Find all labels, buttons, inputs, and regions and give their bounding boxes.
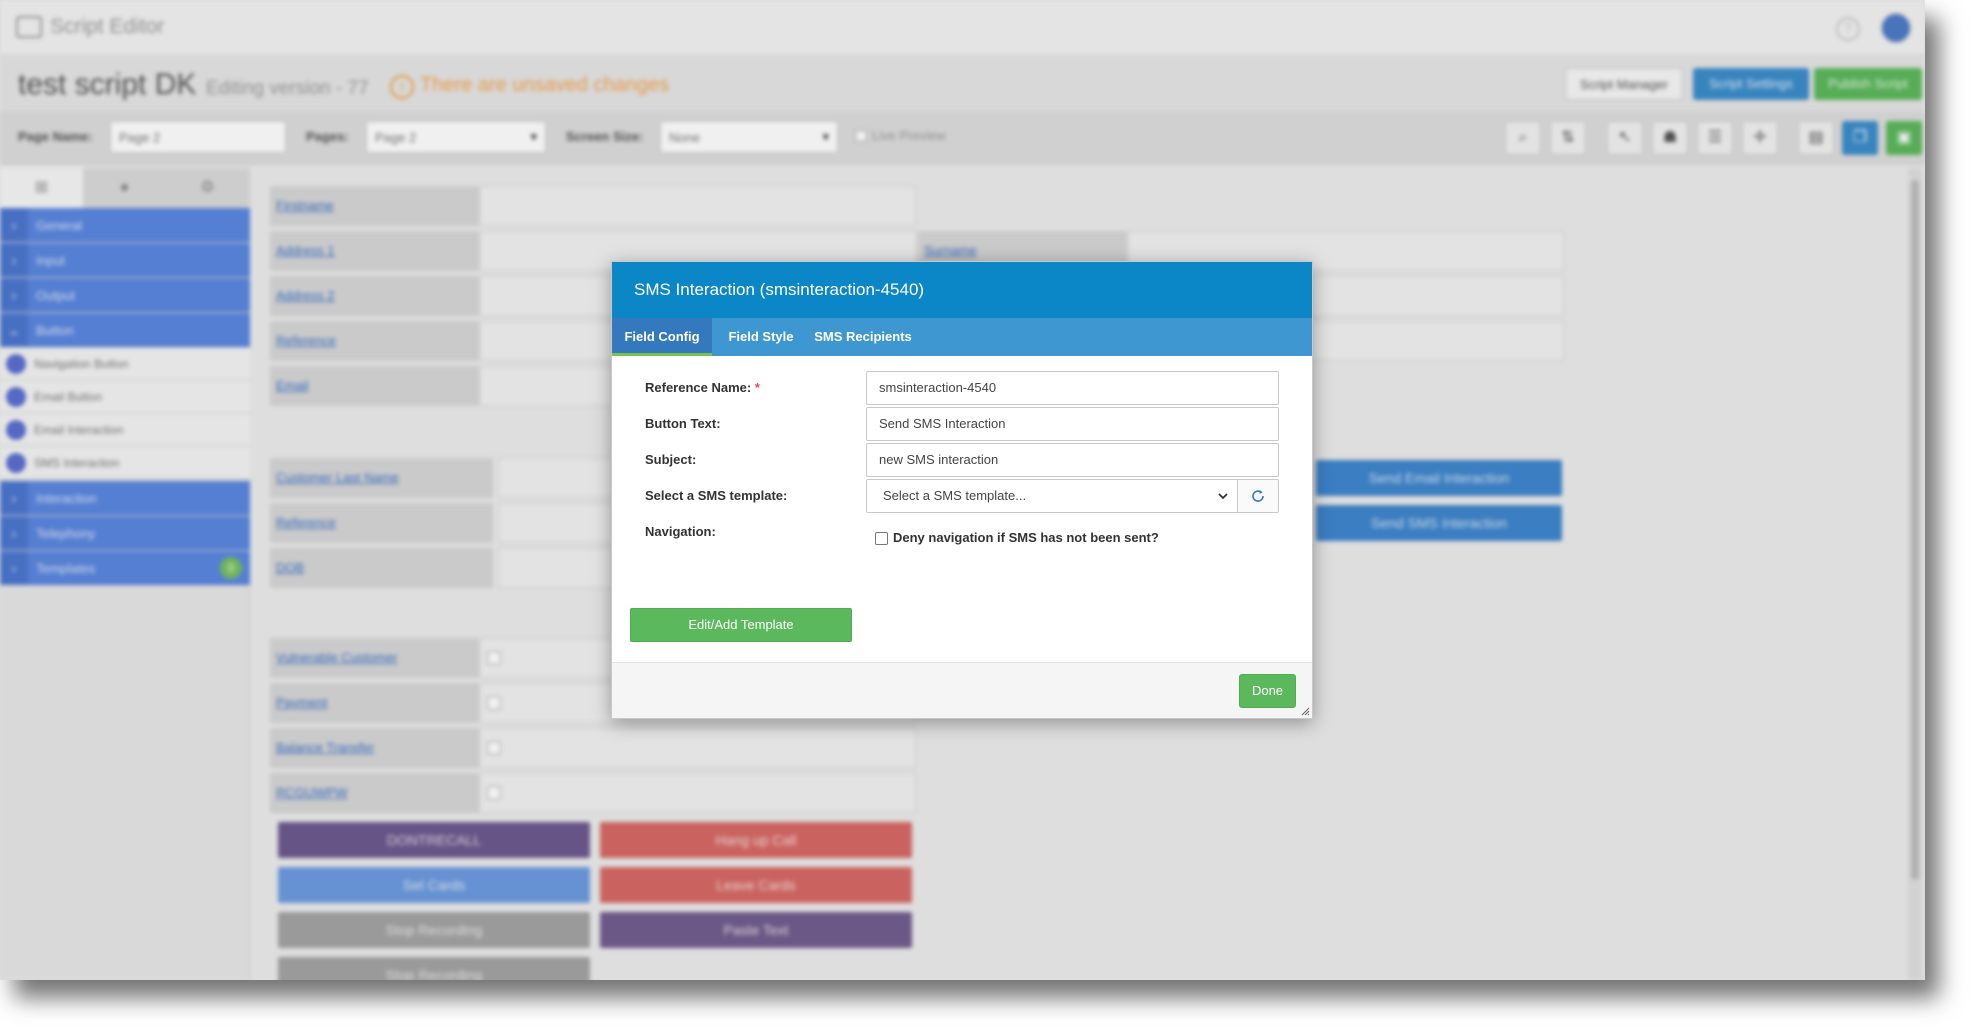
tab-sms-recipients[interactable]: SMS Recipients [810, 318, 916, 356]
subject-label: Subject: [645, 452, 697, 467]
navigation-label: Navigation: [645, 524, 716, 539]
done-button[interactable]: Done [1239, 674, 1296, 708]
tab-field-style[interactable]: Field Style [714, 318, 808, 356]
reference-name-label-text: Reference Name: [645, 380, 752, 395]
button-text-input[interactable]: Send SMS Interaction [866, 407, 1279, 441]
deny-navigation-label[interactable]: Deny navigation if SMS has not been sent… [893, 530, 1159, 545]
edit-add-template-button[interactable]: Edit/Add Template [630, 608, 852, 642]
reference-name-input[interactable]: smsinteraction-4540 [866, 371, 1279, 405]
dialog-tabs: Field Config Field Style SMS Recipients [612, 318, 1312, 356]
chevron-down-icon [1218, 493, 1228, 500]
dialog-header: SMS Interaction (smsinteraction-4540) [612, 262, 1312, 318]
refresh-icon [1252, 490, 1264, 502]
screenshot-stage: Script Editor ? test script DK Editing v… [0, 0, 1970, 1027]
sms-template-select[interactable]: Select a SMS template... [866, 479, 1238, 513]
editor-window: Script Editor ? test script DK Editing v… [0, 0, 1925, 980]
required-marker: * [754, 380, 760, 395]
sms-template-select-value: Select a SMS template... [883, 488, 1027, 503]
refresh-templates-button[interactable] [1238, 479, 1279, 513]
sms-template-label: Select a SMS template: [645, 488, 788, 503]
deny-navigation-checkbox[interactable] [875, 532, 888, 545]
tab-field-config[interactable]: Field Config [612, 318, 712, 356]
dialog-footer: Done [612, 662, 1312, 718]
resize-grip-icon[interactable] [1300, 706, 1310, 716]
reference-name-label: Reference Name: * [645, 380, 760, 395]
subject-input[interactable]: new SMS interaction [866, 443, 1279, 477]
sms-interaction-dialog: SMS Interaction (smsinteraction-4540) Fi… [611, 261, 1313, 719]
dialog-title: SMS Interaction (smsinteraction-4540) [634, 280, 925, 299]
button-text-label: Button Text: [645, 416, 721, 431]
